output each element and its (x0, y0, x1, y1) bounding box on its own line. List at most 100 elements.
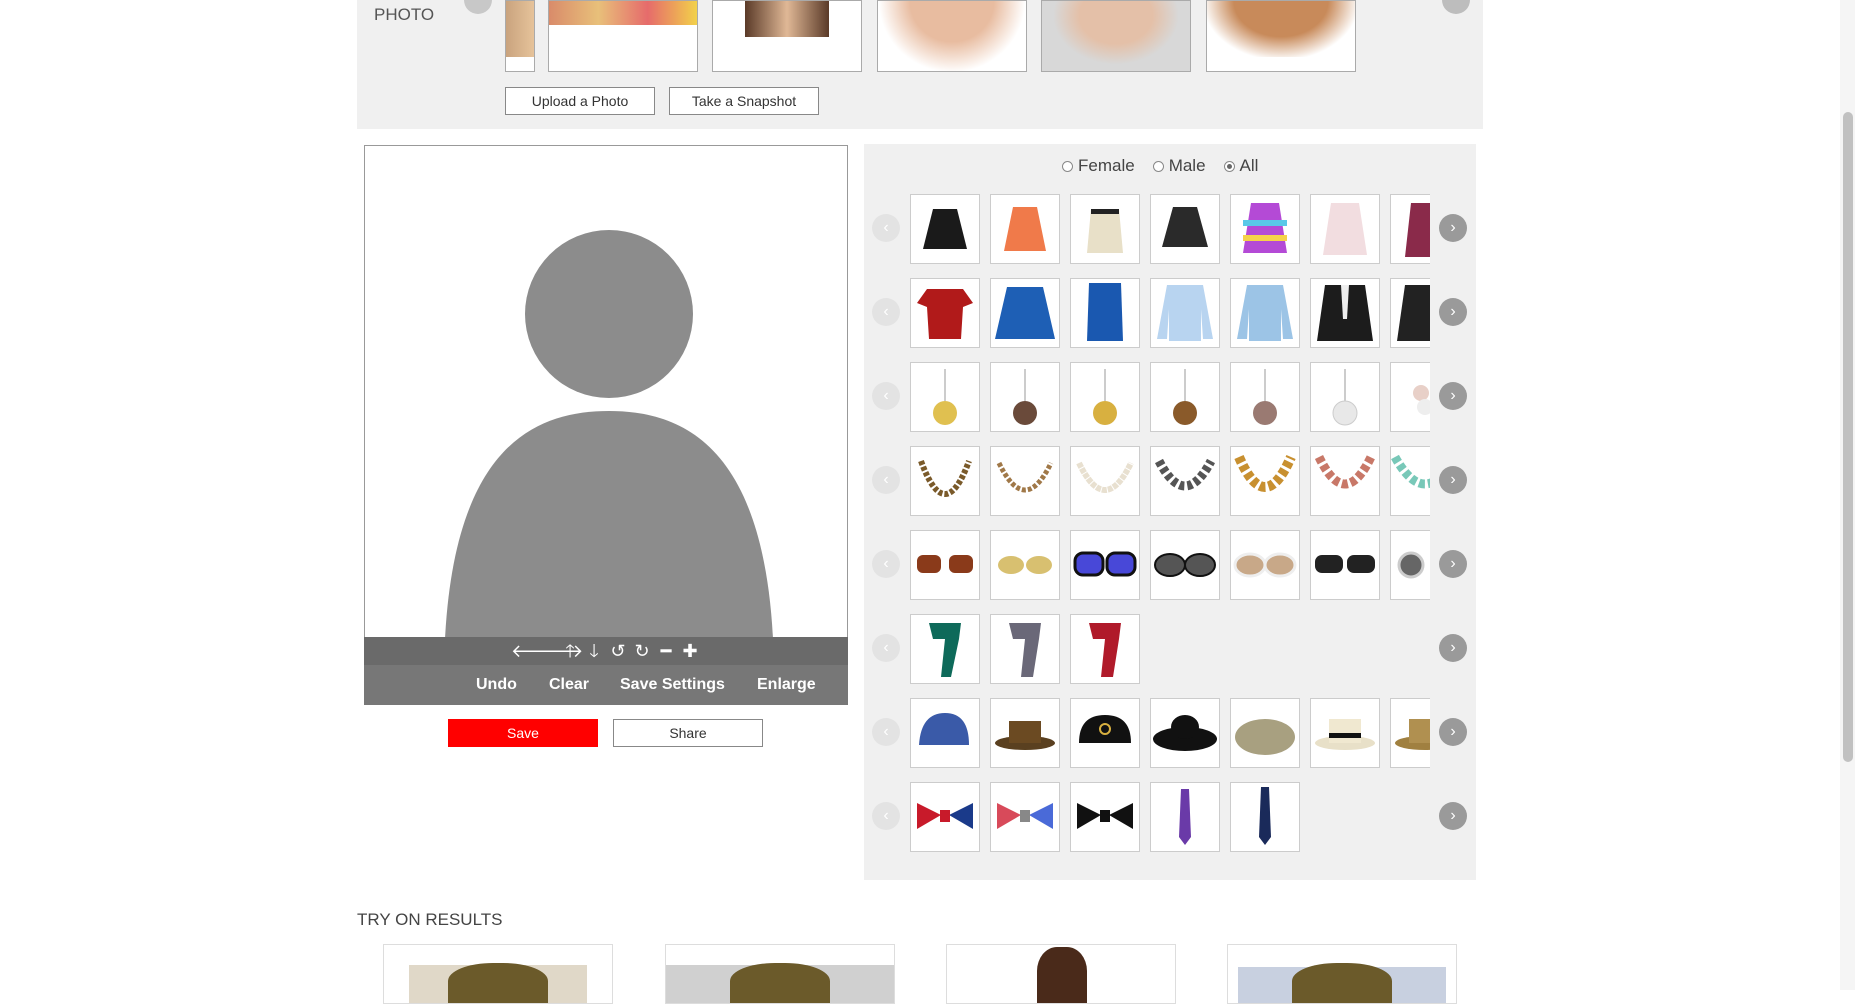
row-prev-arrow[interactable]: ‹ (872, 382, 900, 410)
catalog-item[interactable] (1230, 278, 1300, 348)
result-thumb[interactable] (665, 944, 895, 1004)
catalog-item[interactable] (1150, 362, 1220, 432)
row-prev-arrow[interactable]: ‹ (872, 718, 900, 746)
row-next-arrow[interactable]: › (1439, 466, 1467, 494)
page-scrollbar[interactable] (1840, 0, 1855, 990)
catalog-item[interactable] (910, 362, 980, 432)
catalog-item[interactable] (1150, 698, 1220, 768)
catalog-item[interactable] (990, 194, 1060, 264)
radio-icon[interactable] (1062, 160, 1073, 172)
catalog-item[interactable] (990, 614, 1060, 684)
catalog-item[interactable] (910, 698, 980, 768)
catalog-item[interactable] (910, 782, 980, 852)
row-prev-arrow[interactable]: ‹ (872, 214, 900, 242)
take-snapshot-button[interactable]: Take a Snapshot (669, 87, 819, 115)
catalog-item[interactable] (910, 530, 980, 600)
catalog-item[interactable] (1070, 278, 1140, 348)
catalog-item[interactable] (910, 278, 980, 348)
catalog-item[interactable] (1150, 782, 1220, 852)
catalog-item[interactable] (1070, 698, 1140, 768)
catalog-item[interactable] (990, 362, 1060, 432)
zoom-out-icon[interactable]: ━ (655, 637, 677, 665)
catalog-item[interactable] (1390, 530, 1430, 600)
catalog-item[interactable] (990, 446, 1060, 516)
row-next-arrow[interactable]: › (1439, 550, 1467, 578)
catalog-item[interactable] (1390, 698, 1430, 768)
catalog-item[interactable] (1310, 194, 1380, 264)
catalog-item[interactable] (1070, 614, 1140, 684)
row-next-arrow[interactable]: › (1439, 634, 1467, 662)
row-prev-arrow[interactable]: ‹ (872, 550, 900, 578)
rotate-right-icon[interactable]: ↻ (631, 637, 653, 665)
move-up-icon[interactable]: 🡑 (559, 637, 581, 665)
move-down-icon[interactable]: 🡓 (583, 637, 605, 665)
catalog-item[interactable] (1230, 194, 1300, 264)
catalog-item[interactable] (1390, 278, 1430, 348)
row-next-arrow[interactable]: › (1439, 214, 1467, 242)
catalog-item[interactable] (1070, 446, 1140, 516)
model-photo-thumb[interactable] (548, 0, 698, 72)
catalog-item[interactable] (910, 446, 980, 516)
catalog-item[interactable] (990, 698, 1060, 768)
catalog-item[interactable] (1390, 446, 1430, 516)
radio-icon[interactable] (1223, 160, 1235, 172)
model-photo-thumb[interactable] (505, 0, 535, 72)
catalog-item[interactable] (1310, 530, 1380, 600)
filter-male[interactable]: Male (1152, 156, 1206, 176)
catalog-item[interactable] (1230, 530, 1300, 600)
result-thumb[interactable] (383, 944, 613, 1004)
model-photo-thumb[interactable] (1206, 0, 1356, 72)
move-left-icon[interactable]: 🡐 (511, 637, 559, 665)
row-next-arrow[interactable]: › (1439, 802, 1467, 830)
model-photo-thumb[interactable] (877, 0, 1027, 72)
row-next-arrow[interactable]: › (1439, 298, 1467, 326)
save-button[interactable]: Save (448, 719, 598, 747)
catalog-item[interactable] (1070, 362, 1140, 432)
row-prev-arrow[interactable]: ‹ (872, 466, 900, 494)
catalog-item[interactable] (1390, 194, 1430, 264)
catalog-item[interactable] (1390, 362, 1430, 432)
model-photo-thumb[interactable] (712, 0, 862, 72)
catalog-item[interactable] (1150, 530, 1220, 600)
catalog-item[interactable] (990, 782, 1060, 852)
catalog-item[interactable] (910, 614, 980, 684)
catalog-item[interactable] (1230, 446, 1300, 516)
row-prev-arrow[interactable]: ‹ (872, 298, 900, 326)
save-settings-button[interactable]: Save Settings (620, 665, 725, 705)
row-prev-arrow[interactable]: ‹ (872, 802, 900, 830)
filter-female[interactable]: Female (1062, 156, 1135, 176)
catalog-item[interactable] (1150, 194, 1220, 264)
catalog-item[interactable] (1070, 782, 1140, 852)
filter-all[interactable]: All (1223, 156, 1258, 176)
catalog-item[interactable] (1310, 698, 1380, 768)
scrollbar-thumb[interactable] (1843, 112, 1853, 762)
catalog-item[interactable] (910, 194, 980, 264)
catalog-item[interactable] (1070, 530, 1140, 600)
upload-photo-button[interactable]: Upload a Photo (505, 87, 655, 115)
radio-icon[interactable] (1152, 160, 1164, 172)
clear-button[interactable]: Clear (549, 665, 589, 705)
catalog-item[interactable] (1070, 194, 1140, 264)
result-thumb[interactable] (946, 944, 1176, 1004)
catalog-item[interactable] (1150, 446, 1220, 516)
result-thumb[interactable] (1227, 944, 1457, 1004)
catalog-item[interactable] (1310, 362, 1380, 432)
catalog-item[interactable] (990, 530, 1060, 600)
row-prev-arrow[interactable]: ‹ (872, 634, 900, 662)
catalog-item[interactable] (1150, 278, 1220, 348)
catalog-item[interactable] (1230, 698, 1300, 768)
rotate-left-icon[interactable]: ↺ (607, 637, 629, 665)
catalog-item[interactable] (1230, 782, 1300, 852)
move-right-icon[interactable]: 🡒 (535, 637, 583, 665)
row-next-arrow[interactable]: › (1439, 382, 1467, 410)
enlarge-button[interactable]: Enlarge (757, 665, 816, 705)
try-on-canvas[interactable] (364, 145, 848, 638)
zoom-in-icon[interactable]: ✚ (679, 637, 701, 665)
catalog-item[interactable] (1310, 278, 1380, 348)
share-button[interactable]: Share (613, 719, 763, 747)
model-photo-thumb[interactable] (1041, 0, 1191, 72)
catalog-item[interactable] (1310, 446, 1380, 516)
row-next-arrow[interactable]: › (1439, 718, 1467, 746)
catalog-item[interactable] (1230, 362, 1300, 432)
undo-button[interactable]: Undo (476, 665, 517, 705)
